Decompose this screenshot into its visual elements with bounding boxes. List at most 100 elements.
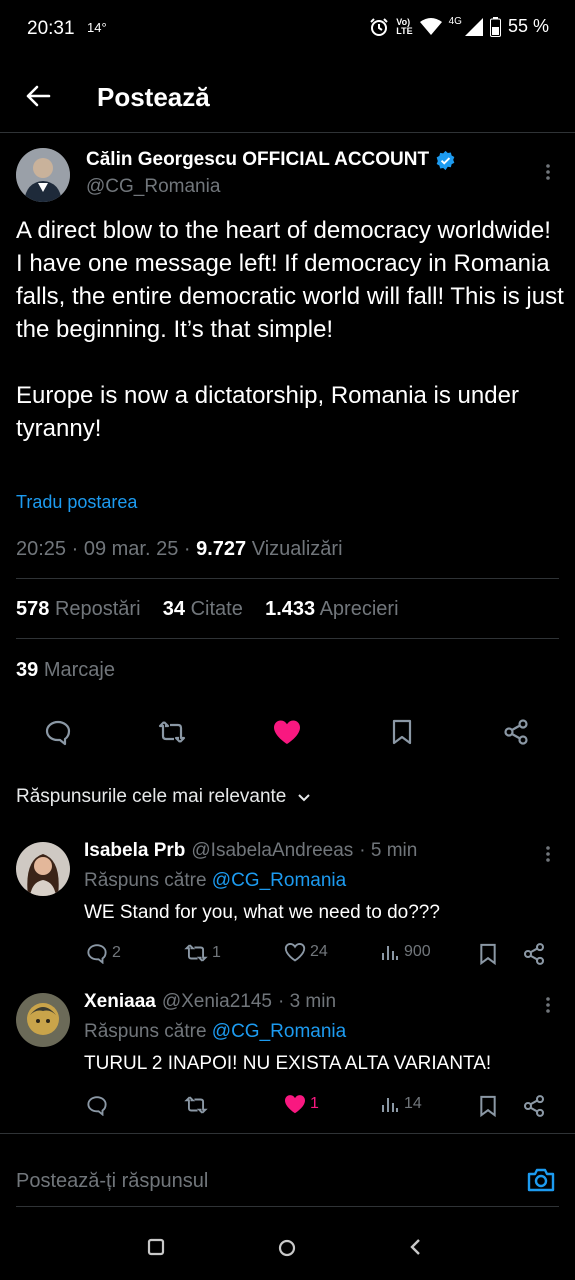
avatar-image xyxy=(16,993,70,1047)
reply-bookmark-button[interactable] xyxy=(478,942,498,966)
status-icons: Vo) LTE 4G 55 % xyxy=(369,16,549,37)
network-type: 4G xyxy=(448,16,462,27)
reposts-label: Repostări xyxy=(54,598,141,620)
likes-label: Aprecieri xyxy=(319,598,399,620)
reply-like-count: 1 xyxy=(310,1095,319,1112)
tweet-timestamp: 20:25 · 09 mar. 25 · xyxy=(16,538,197,560)
reply-like-button[interactable]: 1 xyxy=(284,1094,319,1114)
signal-icon xyxy=(464,17,483,36)
reply-views-count: 900 xyxy=(404,943,431,960)
reply-like-button[interactable]: 24 xyxy=(284,942,328,962)
reply-share-button[interactable] xyxy=(522,942,546,966)
reply-item[interactable]: Xeniaaa @Xenia2145 · 3 min Răspuns către… xyxy=(0,981,575,1131)
camera-button[interactable] xyxy=(526,1166,556,1194)
reply-icon xyxy=(45,720,71,746)
reply-share-button[interactable] xyxy=(522,1094,546,1118)
reply-more-button[interactable] xyxy=(538,844,558,864)
back-button[interactable] xyxy=(22,80,54,112)
recents-icon xyxy=(147,1238,165,1256)
reply-sort-selector[interactable]: Răspunsurile cele mai relevante xyxy=(16,786,312,808)
avatar-image xyxy=(16,148,70,202)
verified-badge-icon xyxy=(436,150,455,170)
compose-underline xyxy=(16,1206,559,1207)
reply-to-prefix: Răspuns către xyxy=(84,870,207,891)
bookmark-icon xyxy=(480,943,496,966)
battery-icon xyxy=(489,16,501,37)
reply-text: WE Stand for you, what we need to do??? xyxy=(84,902,440,923)
status-bar: 20:31 14° Vo) LTE 4G 55 % xyxy=(0,0,575,60)
likes-count: 1.433 xyxy=(265,598,316,620)
recents-button[interactable] xyxy=(146,1237,166,1257)
author-handle[interactable]: @CG_Romania xyxy=(86,176,220,198)
alarm-icon xyxy=(370,17,388,36)
reply-avatar[interactable] xyxy=(16,993,70,1047)
battery-level: 55 % xyxy=(507,16,549,36)
author-name-row[interactable]: Călin Georgescu OFFICIAL ACCOUNT xyxy=(86,149,456,171)
bookmarks-stat[interactable]: 39 Marcaje xyxy=(16,659,115,682)
author-avatar[interactable] xyxy=(16,148,70,202)
reply-to-handle[interactable]: @CG_Romania xyxy=(212,1021,346,1042)
share-button[interactable] xyxy=(496,712,536,752)
home-button[interactable] xyxy=(276,1237,298,1259)
reply-icon xyxy=(87,944,107,964)
reply-to-line: Răspuns către @CG_Romania xyxy=(84,1021,346,1043)
reply-compose-input[interactable]: Postează-ți răspunsul xyxy=(16,1170,208,1193)
divider xyxy=(16,578,559,579)
share-icon xyxy=(504,719,528,745)
camera-icon xyxy=(527,1168,555,1192)
heart-filled-icon xyxy=(274,720,300,744)
reply-views-button[interactable]: 14 xyxy=(380,1094,422,1114)
views-label: Vizualizări xyxy=(251,538,343,560)
reply-repost-button[interactable] xyxy=(184,1094,212,1116)
reply-author-name[interactable]: Isabela Prb xyxy=(84,840,185,862)
more-vertical-icon xyxy=(546,164,550,180)
translate-link[interactable]: Tradu postarea xyxy=(16,492,137,513)
reply-repost-count: 1 xyxy=(212,944,221,961)
reposts-count: 578 xyxy=(16,598,50,620)
reply-author-handle[interactable]: @Xenia2145 xyxy=(162,991,272,1013)
home-icon xyxy=(278,1239,296,1257)
reply-views-count: 14 xyxy=(404,1095,422,1112)
reply-item[interactable]: Isabela Prb @IsabelaAndreeas · 5 min Răs… xyxy=(0,830,575,975)
bookmark-button[interactable] xyxy=(382,712,422,752)
reply-button[interactable] xyxy=(38,712,78,752)
quotes-stat[interactable]: 34 Citate xyxy=(163,598,243,620)
bookmarks-count: 39 xyxy=(16,659,39,681)
reply-more-button[interactable] xyxy=(538,995,558,1015)
more-vertical-icon xyxy=(546,997,550,1013)
bookmarks-label: Marcaje xyxy=(43,659,115,681)
reply-author-name[interactable]: Xeniaaa xyxy=(84,991,156,1013)
reply-comment-button[interactable] xyxy=(86,1094,112,1116)
volte-icon: Vo) LTE xyxy=(396,16,413,36)
sort-label: Răspunsurile cele mai relevante xyxy=(16,786,287,807)
reply-like-count: 24 xyxy=(310,943,328,960)
likes-stat[interactable]: 1.433 Aprecieri xyxy=(265,598,398,620)
reply-repost-button[interactable]: 1 xyxy=(184,942,221,964)
reply-author-handle[interactable]: @IsabelaAndreeas xyxy=(191,840,353,862)
bookmark-icon xyxy=(392,719,412,745)
repost-icon xyxy=(158,721,186,743)
reply-time: · 3 min xyxy=(277,991,337,1012)
reposts-stat[interactable]: 578 Repostări xyxy=(16,598,141,620)
system-back-button[interactable] xyxy=(406,1237,426,1257)
status-time: 20:31 xyxy=(27,18,75,39)
reply-to-handle[interactable]: @CG_Romania xyxy=(212,870,346,891)
compose-divider xyxy=(0,1133,575,1134)
reply-bookmark-button[interactable] xyxy=(478,1094,498,1118)
divider xyxy=(16,638,559,639)
author-name[interactable]: Călin Georgescu OFFICIAL ACCOUNT xyxy=(86,149,429,171)
header-divider xyxy=(0,132,575,133)
page-title: Postează xyxy=(97,82,210,112)
engagement-stats: 578 Repostări 34 Citate 1.433 Aprecieri xyxy=(16,598,399,621)
reply-header: Xeniaaa @Xenia2145 · 3 min xyxy=(84,991,336,1013)
more-options-button[interactable] xyxy=(538,162,558,182)
repost-button[interactable] xyxy=(152,712,192,752)
reply-comment-button[interactable]: 2 xyxy=(86,942,121,964)
reply-avatar[interactable] xyxy=(16,842,70,896)
analytics-icon xyxy=(382,946,398,960)
reply-text: TURUL 2 INAPOI! NU EXISTA ALTA VARIANTA! xyxy=(84,1053,492,1074)
reply-to-line: Răspuns către @CG_Romania xyxy=(84,870,346,892)
reply-views-button[interactable]: 900 xyxy=(380,942,431,962)
reply-icon xyxy=(87,1096,107,1116)
like-button[interactable] xyxy=(267,712,307,752)
